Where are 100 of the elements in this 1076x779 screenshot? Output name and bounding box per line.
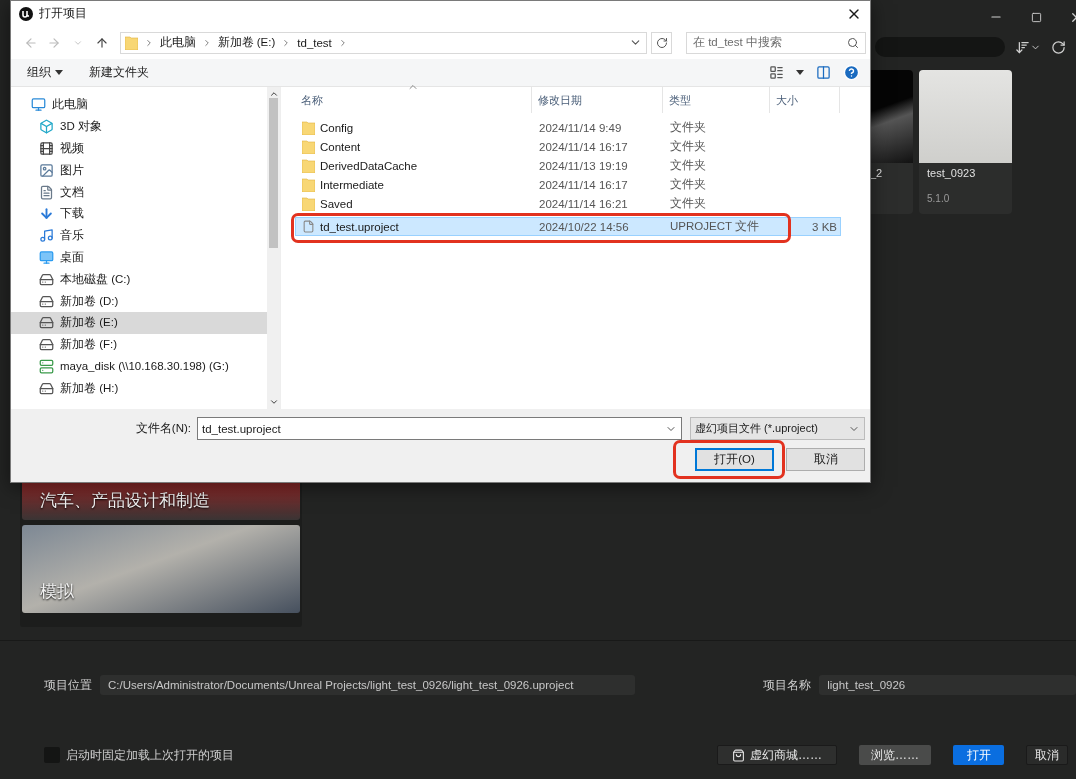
column-header[interactable]: 大小 — [770, 87, 840, 113]
modified-date: 2024/10/22 14:56 — [538, 220, 630, 233]
nav-item[interactable]: 新加卷 (D:) — [11, 290, 267, 312]
nav-item[interactable]: 视频 — [11, 137, 267, 160]
nav-item[interactable]: 3D 对象 — [11, 115, 267, 138]
file-name-field[interactable]: td_test.uproject — [197, 417, 682, 440]
file-type: 文件夹 — [669, 196, 707, 211]
folder-icon — [124, 35, 138, 50]
file-type-select[interactable]: 虚幻项目文件 (*.uproject) — [690, 417, 865, 440]
project-name: test_0923 — [926, 166, 977, 179]
breadcrumb-item[interactable]: 新加卷 (E:) — [217, 35, 276, 50]
project-location-field[interactable]: C:/Users/Administrator/Documents/Unreal Projects/light_test_0926/light_test_0926.uproject — [100, 675, 635, 695]
picture-icon — [39, 162, 54, 178]
open-button[interactable]: 打开 — [953, 745, 1004, 765]
toolbar-button[interactable]: 新建文件夹 — [89, 65, 149, 80]
column-header[interactable]: 名称 — [295, 87, 532, 113]
breadcrumb-item[interactable]: td_test — [297, 36, 332, 49]
nav-item[interactable]: 新加卷 (F:) — [11, 333, 267, 356]
nav-item[interactable]: 音乐 — [11, 224, 267, 247]
checkbox-label: 启动时固定加载上次打开的项目 — [66, 746, 234, 764]
file-icon — [302, 220, 315, 233]
scrollbar[interactable] — [267, 87, 280, 409]
nav-item[interactable]: 新加卷 (E:) — [11, 311, 267, 334]
refresh-button[interactable] — [651, 31, 672, 54]
field-label: 项目位置 — [44, 676, 92, 694]
cube-icon — [39, 119, 54, 135]
computer-icon — [31, 97, 46, 113]
file-row[interactable]: Intermediate 2024/11/14 16:17 文件夹 — [295, 175, 841, 194]
cancel-button[interactable]: 取消 — [1026, 745, 1068, 765]
drive-icon — [39, 380, 54, 396]
file-type: 文件夹 — [669, 139, 707, 154]
maximize-icon[interactable] — [1030, 11, 1042, 23]
sort-icon[interactable] — [1015, 39, 1030, 55]
file-name: Content — [296, 139, 533, 154]
engine-version: 5.1.0 — [926, 192, 951, 204]
refresh-icon[interactable] — [1051, 39, 1066, 55]
nav-item[interactable]: 新加卷 (H:) — [11, 377, 267, 400]
store-button[interactable]: 虚幻商城…… — [717, 745, 837, 765]
file-row[interactable]: Config 2024/11/14 9:49 文件夹 — [295, 118, 841, 137]
file-row[interactable]: Content 2024/11/14 16:17 文件夹 — [295, 137, 841, 156]
preview-pane-icon[interactable] — [816, 65, 831, 80]
cancel-button[interactable]: 取消 — [786, 448, 865, 471]
modified-date: 2024/11/14 16:21 — [538, 197, 629, 210]
modified-date: 2024/11/13 19:19 — [538, 159, 629, 172]
file-name: Saved — [296, 196, 533, 211]
nav-item[interactable]: 本地磁盘 (C:) — [11, 268, 267, 291]
film-icon — [39, 141, 54, 156]
nav-item[interactable]: 此电脑 — [11, 94, 267, 116]
document-icon — [39, 184, 54, 200]
scroll-up-icon[interactable] — [268, 89, 279, 99]
project-card[interactable]: test_0923 5.1.0 — [919, 70, 1012, 214]
drive-icon — [39, 293, 54, 309]
file-row[interactable]: td_test.uproject 2024/10/22 14:56 UPROJECT 文件 3 KB — [295, 217, 841, 236]
search-field[interactable]: 在 td_test 中搜索 — [685, 31, 866, 54]
file-type: 文件夹 — [669, 158, 707, 173]
column-header[interactable]: 类型 — [663, 87, 770, 113]
file-row[interactable]: DerivedDataCache 2024/11/13 19:19 文件夹 — [295, 156, 841, 175]
music-icon — [39, 228, 54, 244]
modified-date: 2024/11/14 16:17 — [538, 178, 629, 191]
caret-icon[interactable] — [796, 70, 804, 75]
nav-item[interactable]: 桌面 — [11, 246, 267, 269]
nav-item[interactable]: 下载 — [11, 203, 267, 225]
desktop-icon — [39, 249, 54, 265]
file-name: Config — [296, 120, 533, 135]
shopping-bag-icon — [732, 748, 745, 762]
file-name: Intermediate — [296, 177, 533, 192]
nav-item[interactable]: 图片 — [11, 159, 267, 182]
nav-item[interactable]: 文档 — [11, 181, 267, 203]
file-type: 文件夹 — [669, 177, 707, 192]
help-icon[interactable] — [843, 64, 860, 81]
field-label: 项目名称 — [763, 676, 812, 694]
view-icon[interactable] — [769, 65, 784, 80]
file-name: DerivedDataCache — [296, 158, 533, 173]
address-bar[interactable]: 此电脑 新加卷 (E:) td_test — [119, 31, 648, 54]
project-name: _2 — [869, 166, 884, 179]
file-type: 文件夹 — [669, 120, 707, 135]
file-name: td_test.uproject — [296, 220, 533, 233]
file-type: UPROJECT 文件 — [669, 219, 760, 234]
dialog-title: 打开项目 — [39, 5, 88, 22]
file-row[interactable]: Saved 2024/11/14 16:21 文件夹 — [295, 194, 841, 213]
nav-item[interactable]: maya_disk (\\10.168.30.198) (G:) — [11, 355, 267, 378]
browse-button[interactable]: 浏览…… — [859, 745, 931, 765]
caret-icon — [55, 70, 63, 75]
project-name-field[interactable]: light_test_0926 — [819, 675, 1076, 695]
toolbar-button[interactable]: 组织 — [27, 65, 63, 80]
modified-date: 2024/11/14 16:17 — [538, 140, 629, 153]
category-label: 模拟 — [40, 581, 74, 603]
logo-icon — [19, 6, 33, 21]
open-button[interactable]: 打开(O) — [695, 448, 774, 471]
download-icon — [39, 206, 54, 222]
drive-icon — [39, 315, 54, 331]
category-label: 汽车、产品设计和制造 — [40, 490, 210, 512]
file-size: 3 KB — [811, 220, 838, 233]
modified-date: 2024/11/14 9:49 — [538, 121, 623, 134]
scroll-down-icon[interactable] — [268, 397, 279, 407]
breadcrumb-item[interactable]: 此电脑 — [159, 35, 196, 50]
search-icon — [847, 36, 859, 49]
column-header[interactable]: 修改日期 — [532, 87, 663, 113]
refresh-icon — [655, 36, 668, 49]
field-label: 文件名(N): — [135, 421, 191, 436]
